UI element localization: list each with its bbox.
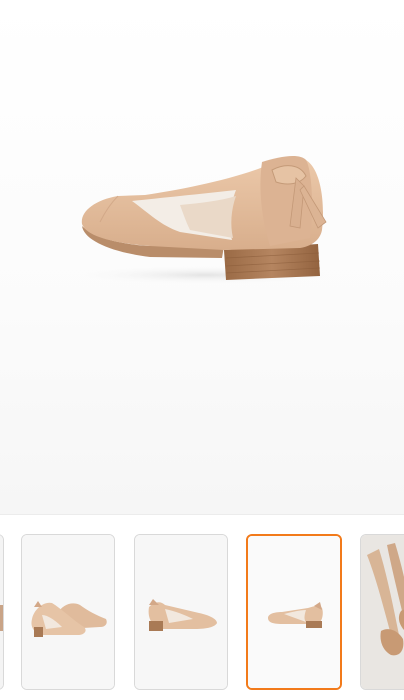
thumbnail-image — [248, 536, 340, 688]
thumbnail-image — [22, 535, 114, 689]
thumbnail-single-side-small[interactable] — [246, 534, 342, 690]
thumbnail-single-side[interactable] — [134, 534, 228, 690]
thumbnail-carousel[interactable] — [0, 515, 404, 700]
thumbnail-image — [0, 535, 3, 689]
thumbnail-partial-previous[interactable] — [0, 534, 4, 690]
product-main-image[interactable] — [0, 0, 404, 514]
thumbnail-image — [135, 535, 227, 689]
thumbnail-worn-on-foot[interactable] — [360, 534, 404, 690]
shoe-illustration — [65, 155, 345, 285]
thumbnail-image — [361, 535, 404, 689]
thumbnail-pair-angle[interactable] — [21, 534, 115, 690]
